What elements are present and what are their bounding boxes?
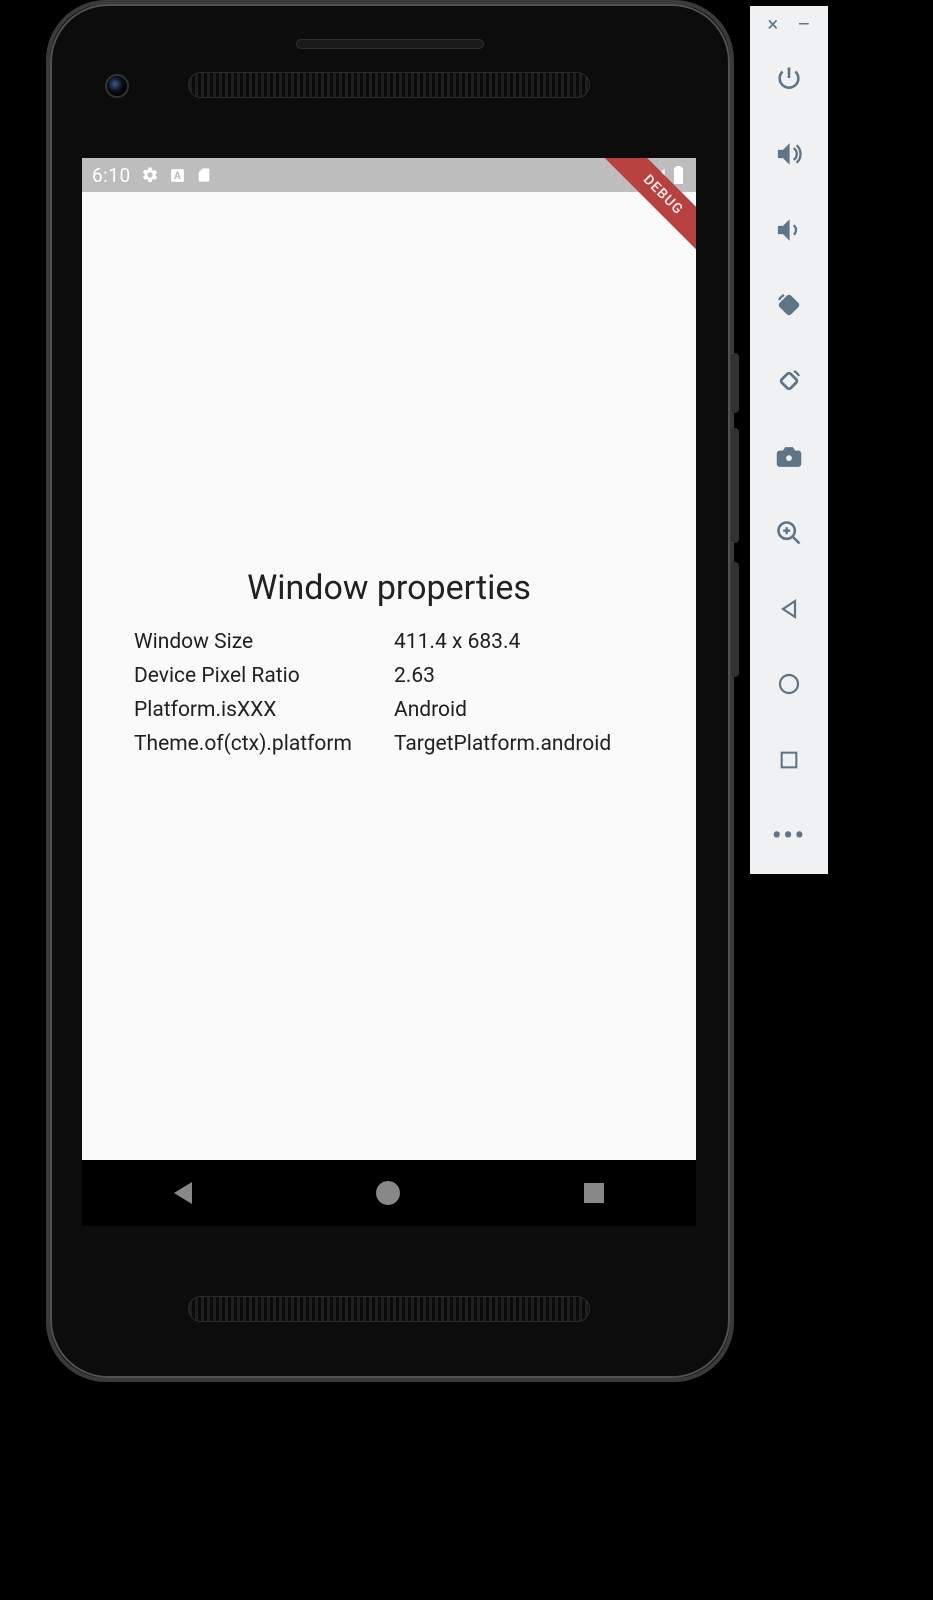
status-bar: 6:10 A bbox=[82, 158, 696, 192]
prop-label: Platform.isXXX bbox=[134, 698, 394, 722]
zoom-button[interactable] bbox=[772, 516, 806, 550]
page-title: Window properties bbox=[247, 568, 531, 608]
volume-down-button[interactable] bbox=[772, 213, 806, 247]
front-camera bbox=[105, 74, 129, 98]
prop-value: TargetPlatform.android bbox=[394, 732, 644, 756]
properties-table: Window Size 411.4 x 683.4 Device Pixel R… bbox=[134, 630, 644, 756]
emulator-control-panel: × – ••• bbox=[750, 6, 828, 874]
nav-back-button[interactable] bbox=[174, 1182, 192, 1204]
more-button[interactable]: ••• bbox=[772, 819, 806, 853]
prop-value: Android bbox=[394, 698, 644, 722]
prop-value: 411.4 x 683.4 bbox=[394, 630, 644, 654]
volume-up-key bbox=[731, 428, 739, 543]
phone-screen: 6:10 A DEBUG Window properties Window Si… bbox=[82, 158, 696, 1226]
emulator-overview-button[interactable] bbox=[772, 743, 806, 777]
volume-up-button[interactable] bbox=[772, 137, 806, 171]
back-icon bbox=[777, 597, 801, 621]
screenshot-button[interactable] bbox=[772, 440, 806, 474]
rotate-right-button[interactable] bbox=[772, 364, 806, 398]
volume-up-icon bbox=[775, 140, 803, 168]
close-button[interactable]: × bbox=[768, 12, 779, 36]
android-navbar bbox=[82, 1160, 696, 1226]
rotate-left-icon bbox=[774, 290, 804, 320]
overview-icon bbox=[778, 749, 800, 771]
nav-home-button[interactable] bbox=[376, 1181, 400, 1205]
battery-icon bbox=[673, 166, 684, 184]
status-time: 6:10 bbox=[92, 164, 131, 187]
language-icon: A bbox=[169, 167, 186, 184]
camera-icon bbox=[774, 443, 804, 471]
settings-icon bbox=[141, 166, 159, 184]
power-icon bbox=[775, 64, 803, 92]
emulator-back-button[interactable] bbox=[772, 592, 806, 626]
emulator-home-button[interactable] bbox=[772, 668, 806, 702]
status-bar-left: 6:10 A bbox=[92, 164, 212, 187]
svg-text:A: A bbox=[174, 171, 181, 182]
nav-overview-button[interactable] bbox=[584, 1183, 604, 1203]
zoom-icon bbox=[775, 519, 803, 547]
home-icon bbox=[777, 672, 801, 696]
bottom-grill bbox=[188, 1296, 590, 1322]
more-icon: ••• bbox=[772, 821, 806, 851]
sd-card-icon bbox=[196, 166, 212, 184]
rotate-right-icon bbox=[774, 366, 804, 396]
power-button[interactable] bbox=[772, 61, 806, 95]
rotate-left-button[interactable] bbox=[772, 288, 806, 322]
prop-label: Device Pixel Ratio bbox=[134, 664, 394, 688]
volume-down-key bbox=[731, 562, 739, 677]
prop-label: Window Size bbox=[134, 630, 394, 654]
volume-down-icon bbox=[775, 216, 803, 244]
prop-label: Theme.of(ctx).platform bbox=[134, 732, 394, 756]
app-surface: 6:10 A DEBUG Window properties Window Si… bbox=[82, 158, 696, 1181]
prop-value: 2.63 bbox=[394, 664, 644, 688]
power-key bbox=[731, 353, 739, 413]
earpiece-grill bbox=[188, 72, 590, 98]
app-body: Window properties Window Size 411.4 x 68… bbox=[82, 192, 696, 1181]
minimize-button[interactable]: – bbox=[797, 12, 810, 36]
panel-window-controls: × – bbox=[750, 6, 828, 40]
speaker-top bbox=[296, 39, 484, 49]
